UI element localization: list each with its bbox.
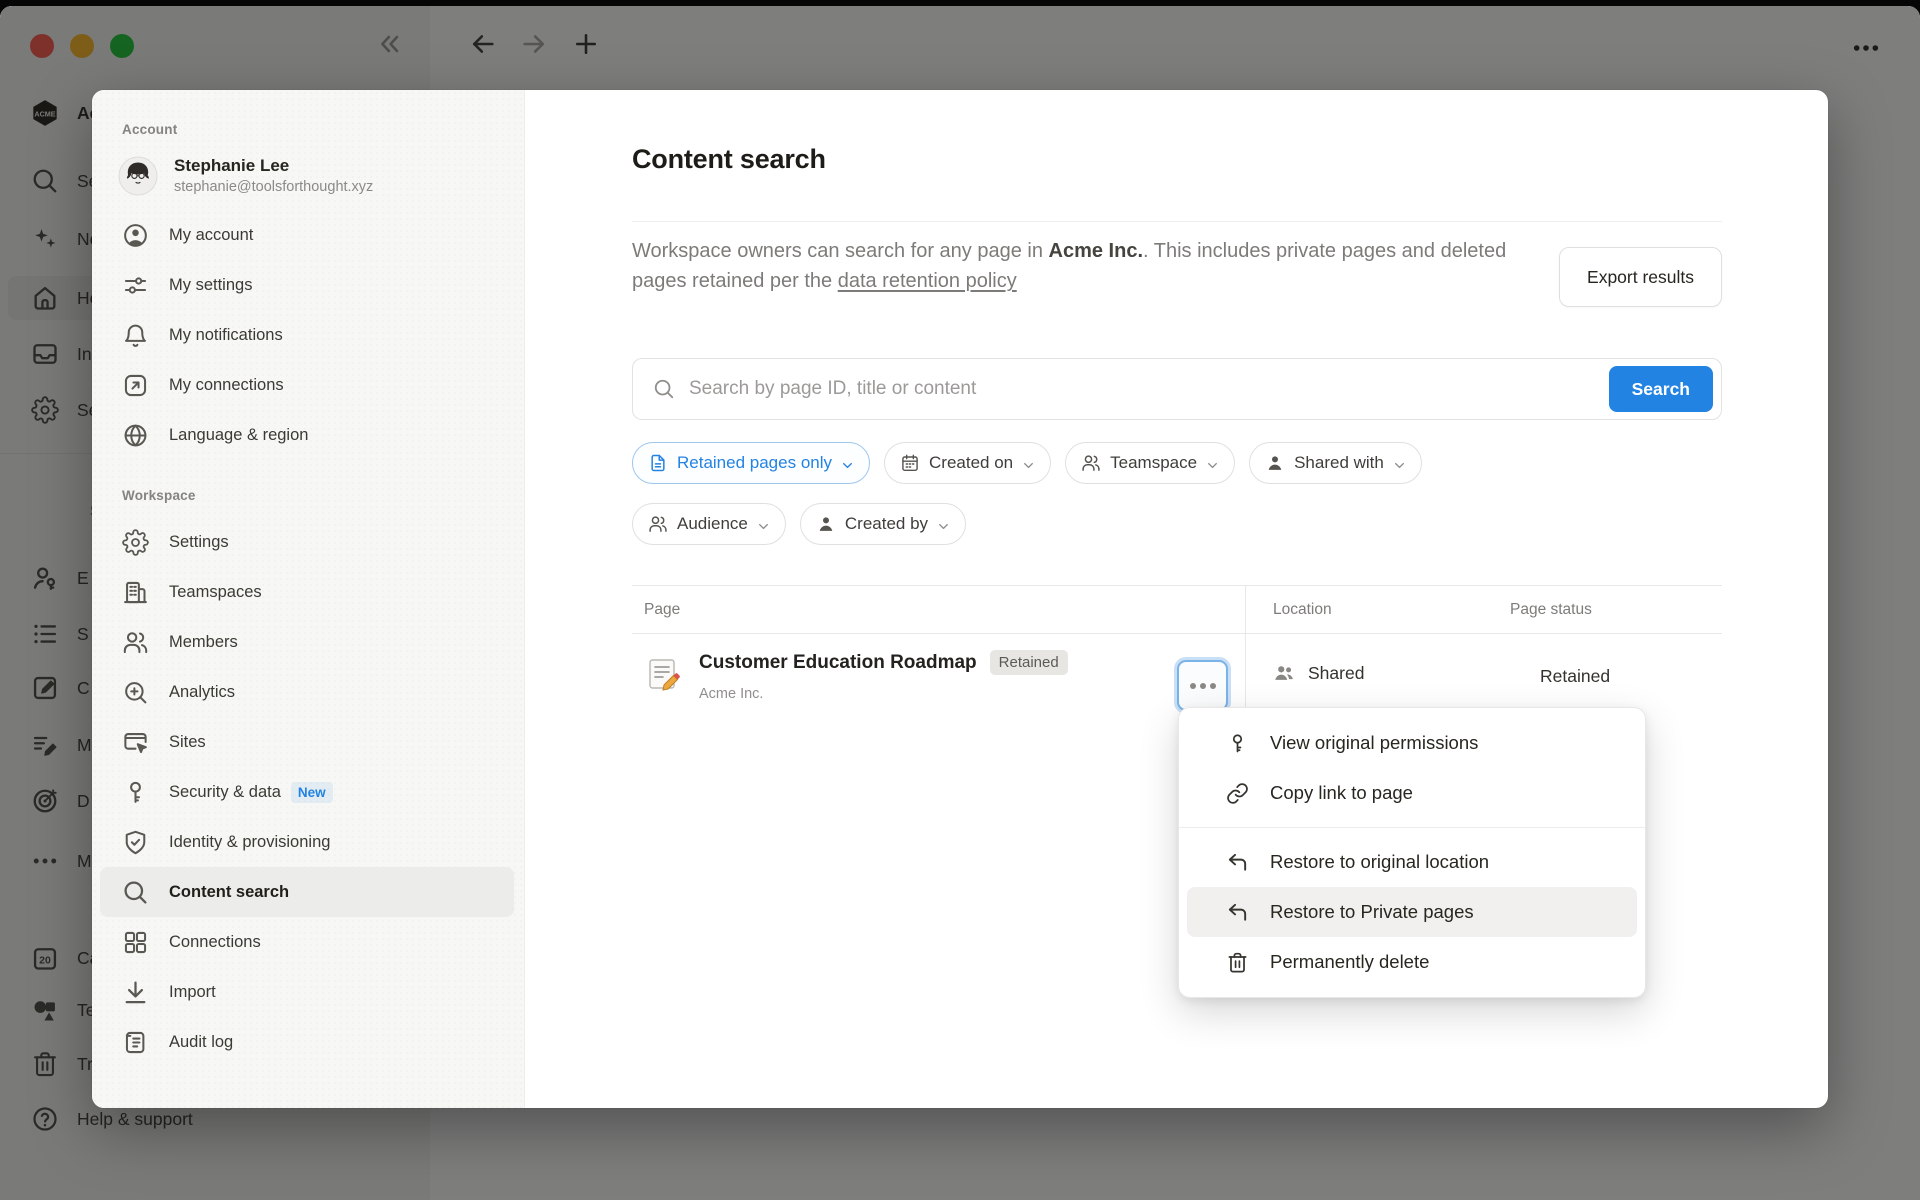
sidebar-item[interactable]: My account bbox=[100, 210, 514, 260]
sidebar-item[interactable]: Security & data New bbox=[100, 767, 514, 817]
menu-item[interactable]: Restore to original location bbox=[1187, 837, 1637, 887]
sidebar-item[interactable]: Import bbox=[100, 967, 514, 1017]
search-bar: Search bbox=[632, 358, 1722, 420]
sliders-icon bbox=[122, 272, 149, 299]
undo-icon bbox=[1226, 851, 1249, 874]
chevron-down-icon bbox=[841, 457, 854, 470]
table-header: Page Location Page status bbox=[632, 585, 1722, 634]
column-header-page-status: Page status bbox=[1510, 601, 1592, 619]
row-actions-menu: View original permissions Copy link to p… bbox=[1178, 707, 1646, 998]
people-icon bbox=[1081, 453, 1101, 473]
key-icon bbox=[1226, 732, 1249, 755]
person-icon bbox=[1265, 453, 1285, 473]
search-input[interactable] bbox=[687, 377, 1609, 401]
settings-sidebar: Account Stephanie Lee stephanie@toolsfor… bbox=[92, 90, 525, 1108]
filter-chip[interactable]: Shared with bbox=[1249, 442, 1422, 484]
globe-icon bbox=[122, 422, 149, 449]
calendar-icon bbox=[900, 453, 920, 473]
filter-chip[interactable]: Created by bbox=[800, 503, 966, 545]
sidebar-item[interactable]: Sites bbox=[100, 717, 514, 767]
search-button[interactable]: Search bbox=[1609, 366, 1713, 412]
person-circle-icon bbox=[122, 222, 149, 249]
filter-chip[interactable]: Teamspace bbox=[1065, 442, 1235, 484]
sidebar-item[interactable]: Members bbox=[100, 617, 514, 667]
sidebar-item[interactable]: Language & region bbox=[100, 410, 514, 460]
filter-row-2: Audience Created by bbox=[632, 503, 966, 545]
filter-chip[interactable]: Created on bbox=[884, 442, 1051, 484]
row-actions-button[interactable] bbox=[1177, 660, 1228, 711]
key-icon bbox=[122, 779, 149, 806]
menu-item[interactable]: View original permissions bbox=[1187, 718, 1637, 768]
browser-icon bbox=[122, 729, 149, 756]
people-icon bbox=[122, 629, 149, 656]
page-status-cell: Retained bbox=[1540, 666, 1610, 687]
sidebar-item[interactable]: Audit log bbox=[100, 1017, 514, 1067]
sidebar-item[interactable]: Teamspaces bbox=[100, 567, 514, 617]
search-icon bbox=[122, 879, 149, 906]
doc-icon bbox=[648, 453, 668, 473]
sidebar-item[interactable]: Content search bbox=[100, 867, 514, 917]
memo-icon bbox=[644, 656, 680, 692]
divider bbox=[632, 221, 1722, 222]
building-icon bbox=[122, 579, 149, 606]
account-items: My account My settings My notifications bbox=[92, 210, 524, 460]
people-icon bbox=[648, 514, 668, 534]
person-icon bbox=[816, 514, 836, 534]
workspace-items: Settings Teamspaces Members A bbox=[92, 517, 524, 1067]
undo-icon bbox=[1226, 901, 1249, 924]
sidebar-item[interactable]: My connections bbox=[100, 360, 514, 410]
retained-badge: Retained bbox=[990, 650, 1068, 675]
filter-chip[interactable]: Retained pages only bbox=[632, 442, 870, 484]
trash-icon bbox=[1226, 951, 1249, 974]
column-header-location: Location bbox=[1245, 601, 1510, 619]
workspace-name: Acme Inc. bbox=[1049, 240, 1143, 262]
description: Workspace owners can search for any page… bbox=[632, 236, 1512, 297]
user-name: Stephanie Lee bbox=[174, 155, 373, 176]
chevron-down-icon bbox=[937, 518, 950, 531]
new-badge: New bbox=[291, 782, 333, 803]
page-workspace-subtitle: Acme Inc. bbox=[699, 686, 763, 702]
workspace-section-label: Workspace bbox=[122, 488, 524, 503]
chevron-down-icon bbox=[1393, 457, 1406, 470]
magnifier-plus-icon bbox=[122, 679, 149, 706]
bell-icon bbox=[122, 322, 149, 349]
link-icon bbox=[1226, 782, 1249, 805]
box-arrow-icon bbox=[122, 372, 149, 399]
sidebar-item[interactable]: Identity & provisioning bbox=[100, 817, 514, 867]
user-email: stephanie@toolsforthought.xyz bbox=[174, 178, 373, 196]
sidebar-item[interactable]: Analytics bbox=[100, 667, 514, 717]
people-icon bbox=[1273, 662, 1295, 684]
chevron-down-icon bbox=[757, 518, 770, 531]
account-section-label: Account bbox=[122, 122, 524, 137]
page-title-cell[interactable]: Customer Education Roadmap bbox=[699, 652, 977, 674]
account-user[interactable]: Stephanie Lee stephanie@toolsforthought.… bbox=[118, 155, 524, 196]
location-cell: Shared bbox=[1308, 663, 1364, 684]
sidebar-item[interactable]: My settings bbox=[100, 260, 514, 310]
chevron-down-icon bbox=[1022, 457, 1035, 470]
divider bbox=[1179, 827, 1645, 828]
menu-item[interactable]: Restore to Private pages bbox=[1187, 887, 1637, 937]
sidebar-item[interactable]: My notifications bbox=[100, 310, 514, 360]
download-icon bbox=[122, 979, 149, 1006]
filter-chip[interactable]: Audience bbox=[632, 503, 786, 545]
search-icon bbox=[653, 378, 675, 400]
scroll-icon bbox=[122, 1029, 149, 1056]
data-retention-policy-link[interactable]: data retention policy bbox=[838, 270, 1017, 292]
sidebar-item[interactable]: Connections bbox=[100, 917, 514, 967]
menu-item[interactable]: Permanently delete bbox=[1187, 937, 1637, 987]
avatar bbox=[118, 156, 158, 196]
grid-icon bbox=[122, 929, 149, 956]
menu-item[interactable]: Copy link to page bbox=[1187, 768, 1637, 818]
shield-check-icon bbox=[122, 829, 149, 856]
filter-row-1: Retained pages only Created on Teamspace bbox=[632, 442, 1422, 484]
column-header-page: Page bbox=[632, 601, 1245, 619]
page-title: Content search bbox=[632, 144, 826, 175]
gear-icon bbox=[122, 529, 149, 556]
export-results-button[interactable]: Export results bbox=[1559, 247, 1722, 307]
sidebar-item[interactable]: Settings bbox=[100, 517, 514, 567]
chevron-down-icon bbox=[1206, 457, 1219, 470]
